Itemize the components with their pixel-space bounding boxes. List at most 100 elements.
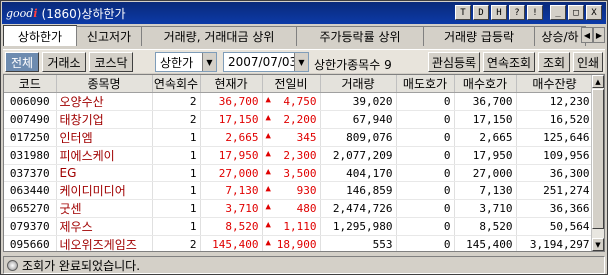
cell-change: ▲ 345 [262,128,321,147]
header-streak[interactable]: 연속회수 [152,75,201,93]
cell-change-value: 345 [296,131,317,144]
cell-bid-value: 8,520 [479,220,513,233]
tab-upper-lower-limit[interactable]: 상하한가 [3,25,77,46]
up-arrow-icon: ▲ [265,220,271,230]
cell-change-value: 480 [296,202,317,215]
continuous-query-button[interactable]: 연속조회 [483,52,535,72]
cell-streak: 1 [152,146,201,165]
chevron-down-icon[interactable]: ▼ [202,53,216,71]
tab-rise-fall[interactable]: 상승/하 [534,26,586,46]
up-arrow-icon: ▲ [265,184,271,194]
cell-price-value: 8,520 [225,220,259,233]
up-arrow-icon: ▲ [265,131,271,141]
scroll-thumb[interactable] [592,89,604,229]
header-price[interactable]: 현재가 [200,75,263,93]
table-row[interactable]: 031980 피에스케이 1 17,950 ▲ 2,300 2,077,209 0 17,950… [4,146,594,165]
cell-bid-qty: 16,520 [516,110,594,129]
cell-ask: 0 [396,92,455,111]
close-button[interactable]: X [586,5,602,20]
cell-name-value: 굿센 [59,202,82,216]
cell-price: 145,400 [200,235,263,251]
minimize-button[interactable]: _ [550,5,566,20]
table-row[interactable]: 037370 EG 1 27,000 ▲ 3,500 404,170 0 27,000 36,30… [4,164,594,182]
cell-bid-value: 27,000 [472,166,513,180]
cell-bid-qty: 251,274 [516,181,594,200]
header-bid-qty[interactable]: 매수잔량 [516,75,594,93]
cell-change-value: 3,500 [283,166,317,180]
calendar-dropdown-icon[interactable]: ▼ [294,53,308,71]
cell-change-value: 1,110 [283,220,317,233]
tab-price-change-top[interactable]: 주가등락률 상위 [296,26,424,46]
h-button[interactable]: H [491,5,507,20]
table-row[interactable]: 006090 오양수산 2 36,700 ▲ 4,750 39,020 0 36,700 12,2… [4,92,594,111]
all-button[interactable]: 전체 [5,52,39,72]
cell-streak-value: 2 [189,238,197,251]
tab-volume-surge[interactable]: 거래량 급등락 [423,26,535,46]
cell-code: 007490 [4,110,57,129]
interest-button[interactable]: 관심등록 [428,52,480,72]
cell-name-value: 피에스케이 [59,149,115,163]
d-button[interactable]: D [473,5,489,20]
date-select[interactable]: 2007/07/03 ▼ [223,52,309,72]
query-button[interactable]: 조회 [538,52,570,72]
up-arrow-icon: ▲ [265,166,271,177]
cell-volume: 404,170 [320,164,397,182]
header-bid[interactable]: 매수호가 [454,75,517,93]
cell-code-value: 095660 [9,238,50,251]
scroll-down-icon[interactable]: ▼ [592,238,604,251]
main-window: goodi (1860)상하한가 T D H ? ! _ □ X 상하한가 신고… [0,0,608,275]
cell-change: ▲ 1,110 [262,217,321,236]
header-ask[interactable]: 매도호가 [396,75,455,93]
header-change[interactable]: 전일비 [262,75,321,93]
cell-name: 제우스 [56,217,153,236]
cell-bid-value: 145,400 [466,238,513,251]
type-select[interactable]: 상한가 ▼ [155,52,217,72]
header-name[interactable]: 종목명 [56,75,153,93]
cell-bid-qty-value: 125,646 [543,131,590,144]
header-code[interactable]: 코드 [4,75,57,93]
maximize-button[interactable]: □ [568,5,584,20]
cell-bid: 2,665 [454,128,517,147]
cell-bid-value: 7,130 [479,184,513,197]
t-button[interactable]: T [455,5,471,20]
table-row[interactable]: 007490 태창기업 2 17,150 ▲ 2,200 67,940 0 17,150 16,5… [4,110,594,129]
status-bar: 조회가 완료되었습니다. [3,256,605,274]
table-row[interactable]: 079370 제우스 1 8,520 ▲ 1,110 1,295,980 0 8,520 50,5… [4,217,594,236]
cell-change: ▲ 4,750 [262,92,321,111]
cell-code: 063440 [4,181,57,200]
tab-left-icon[interactable]: ◀ [581,27,593,43]
cell-bid-qty-value: 36,366 [549,202,590,215]
cell-price-value: 2,665 [225,131,259,144]
cell-code-value: 063440 [9,184,50,197]
table-row[interactable]: 017250 인터엠 1 2,665 ▲ 345 809,076 0 2,665 125,646 [4,128,594,147]
print-button[interactable]: 인쇄 [573,52,603,72]
title-buttons: T D H ? ! _ □ X [455,5,602,20]
help-button[interactable]: ? [509,5,525,20]
cell-ask-value: 0 [443,131,451,144]
kosdaq-button[interactable]: 코스닥 [89,52,133,72]
title-bar[interactable]: goodi (1860)상하한가 T D H ? ! _ □ X [2,2,606,24]
cell-ask-value: 0 [443,184,451,197]
table-row[interactable]: 063440 케이디미디어 1 7,130 ▲ 930 146,859 0 7,130 251,2… [4,181,594,200]
cell-streak: 1 [152,181,201,200]
cell-volume-value: 1,295,980 [332,220,393,233]
header-volume[interactable]: 거래량 [320,75,397,93]
cell-bid-qty: 36,366 [516,199,594,218]
table-row[interactable]: 095660 네오위즈게임즈 2 145,400 ▲ 18,900 553 0 145,400 3… [4,235,594,251]
cell-streak: 1 [152,199,201,218]
cell-code: 079370 [4,217,57,236]
cell-price: 7,130 [200,181,263,200]
cell-code: 037370 [4,164,57,182]
alert-button[interactable]: ! [527,5,543,20]
kospi-button[interactable]: 거래소 [42,52,86,72]
tab-right-icon[interactable]: ▶ [593,27,605,43]
tab-volume-top[interactable]: 거래량, 거래대금 상위 [141,26,297,46]
cell-volume: 67,940 [320,110,397,129]
tab-new-high-low[interactable]: 신고저가 [76,26,142,46]
scroll-up-icon[interactable]: ▲ [592,75,604,88]
table-row[interactable]: 065270 굿센 1 3,710 ▲ 480 2,474,726 0 3,710 36,366 [4,199,594,218]
cell-code-value: 037370 [9,166,50,180]
cell-streak: 1 [152,128,201,147]
cell-bid-value: 17,950 [472,149,513,162]
vertical-scrollbar[interactable]: ▲ ▼ [591,75,604,251]
